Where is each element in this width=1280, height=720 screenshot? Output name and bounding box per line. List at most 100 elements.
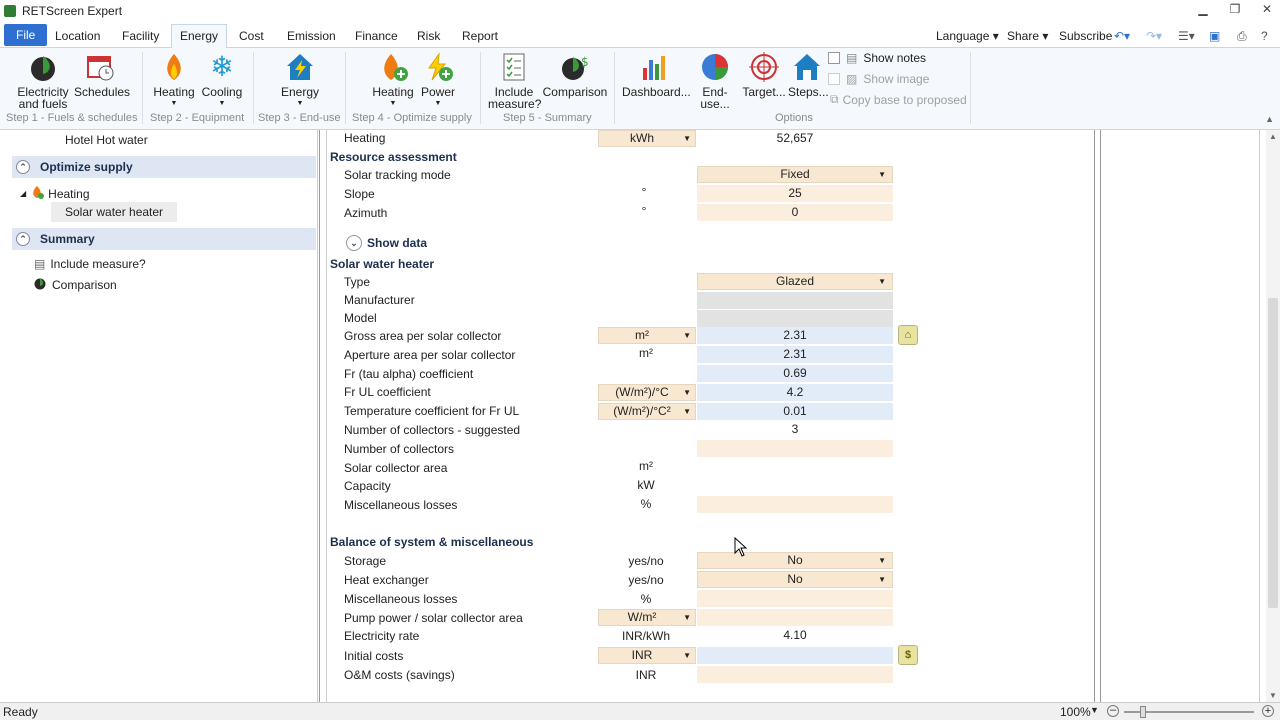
- close-icon[interactable]: ✕: [1258, 2, 1276, 16]
- storage-dropdown[interactable]: No ▼: [697, 552, 893, 569]
- language-menu[interactable]: Language ▾: [936, 26, 999, 46]
- expand-circle-icon[interactable]: ⌄: [346, 235, 362, 251]
- gross-area-unit-dropdown[interactable]: m² ▼: [598, 327, 696, 344]
- minimize-icon[interactable]: ▁: [1194, 2, 1212, 16]
- power-supply-button[interactable]: Power ▼: [416, 52, 460, 110]
- solar-water-heater-form: Heating kWh ▼ 52,657 Resource assessment …: [327, 130, 1095, 702]
- ribbon: Electricity and fuels Schedules Heating ▼…: [0, 48, 1280, 130]
- save-icon[interactable]: ▣: [1209, 26, 1220, 46]
- comparison-button[interactable]: $ Comparison: [542, 52, 608, 98]
- cost-dollar-icon[interactable]: $: [898, 645, 918, 665]
- energy-end-use-button[interactable]: Energy ▼: [278, 52, 322, 110]
- redo-icon[interactable]: ↷▾: [1146, 26, 1162, 46]
- menu-facility[interactable]: Facility: [114, 26, 167, 48]
- calendar-icon: [85, 52, 115, 82]
- show-notes-checkbox[interactable]: [828, 52, 840, 64]
- collapse-icon[interactable]: ⌃: [16, 160, 30, 174]
- image-icon: ▨: [846, 72, 858, 86]
- unlock-icon[interactable]: ⌂: [898, 325, 918, 345]
- collector-area-unit: m²: [639, 459, 653, 473]
- tracking-dropdown[interactable]: Fixed ▼: [697, 166, 893, 183]
- initial-costs-value: [697, 647, 893, 664]
- aperture-area-unit: m²: [639, 346, 653, 360]
- expand-triangle-icon[interactable]: ◢: [20, 189, 26, 198]
- menu-report[interactable]: Report: [454, 26, 506, 48]
- steps-button[interactable]: Steps...: [788, 52, 829, 98]
- slope-input[interactable]: 25: [697, 185, 893, 202]
- fr-ul-value: 4.2: [697, 384, 893, 401]
- panel-splitter[interactable]: [319, 130, 327, 702]
- include-measure-button[interactable]: Include measure?: [488, 52, 541, 110]
- zoom-in-icon[interactable]: +: [1262, 705, 1274, 717]
- misc-losses-unit: %: [640, 497, 652, 511]
- cooling-equipment-button[interactable]: ❄ Cooling ▼: [200, 52, 244, 110]
- model-field: [697, 310, 893, 327]
- group-options: Options: [775, 112, 813, 124]
- dropdown-arrow-icon: ▼: [878, 170, 886, 179]
- electricity-fuels-button[interactable]: Electricity and fuels: [16, 52, 70, 110]
- num-collectors-label: Number of collectors: [344, 442, 455, 456]
- menu-location[interactable]: Location: [47, 26, 108, 48]
- scroll-up-icon[interactable]: ▲: [1269, 132, 1277, 141]
- heating-value: 52,657: [776, 131, 814, 145]
- pump-power-input[interactable]: [697, 609, 893, 626]
- tree-item-include-measure[interactable]: ▤ Include measure?: [34, 257, 146, 271]
- zoom-slider-thumb[interactable]: [1140, 706, 1146, 718]
- menu-emission[interactable]: Emission: [279, 26, 344, 48]
- schedules-button[interactable]: Schedules: [74, 52, 130, 98]
- restore-icon[interactable]: ❐: [1226, 2, 1244, 16]
- om-costs-input[interactable]: [697, 666, 893, 683]
- scrollbar-thumb[interactable]: [1268, 298, 1278, 608]
- comparison-small-icon: [34, 277, 47, 293]
- zoom-dropdown-icon[interactable]: ▼: [1090, 705, 1099, 715]
- help-icon[interactable]: ?: [1261, 26, 1268, 46]
- group-step1: Step 1 - Fuels & schedules: [6, 112, 138, 124]
- fr-ul-unit-dropdown[interactable]: (W/m²)/°C ▼: [598, 384, 696, 401]
- menu-finance[interactable]: Finance: [347, 26, 406, 48]
- menu-risk[interactable]: Risk: [409, 26, 448, 48]
- show-data-toggle[interactable]: ⌄ Show data: [346, 235, 427, 251]
- vertical-scrollbar[interactable]: ▲ ▼: [1266, 130, 1280, 702]
- zoom-out-icon[interactable]: –: [1107, 705, 1119, 717]
- undo-icon[interactable]: ↶▾: [1114, 26, 1130, 46]
- section-summary[interactable]: ⌃ Summary: [12, 228, 316, 250]
- section-optimize-supply[interactable]: ⌃ Optimize supply: [12, 156, 316, 178]
- print-icon[interactable]: ⎙: [1237, 26, 1247, 46]
- misc-losses2-input[interactable]: [697, 590, 893, 607]
- layout-icon[interactable]: ☰▾: [1178, 26, 1195, 46]
- tree-item-solar-water-heater[interactable]: Solar water heater: [51, 202, 178, 222]
- steps-house-icon: [792, 52, 822, 82]
- heating-unit-dropdown[interactable]: kWh ▼: [598, 130, 696, 147]
- end-use-button[interactable]: End-use...: [690, 52, 740, 110]
- menu-file[interactable]: File: [4, 24, 48, 46]
- collapse-icon[interactable]: ⌃: [16, 232, 30, 246]
- pump-power-unit-dropdown[interactable]: W/m² ▼: [598, 609, 696, 626]
- show-notes-option[interactable]: ▤ Show notes: [828, 51, 926, 65]
- menu-cost[interactable]: Cost: [231, 26, 272, 48]
- menu-energy[interactable]: Energy: [171, 24, 228, 49]
- share-menu[interactable]: Share ▾: [1007, 26, 1048, 46]
- misc-losses-input[interactable]: [697, 496, 893, 513]
- num-collectors-input[interactable]: [697, 440, 893, 457]
- dropdown-arrow-icon: ▼: [878, 277, 886, 286]
- tree-item-comparison[interactable]: Comparison: [34, 277, 117, 293]
- heating-equipment-button[interactable]: Heating ▼: [152, 52, 196, 110]
- subscribe-link[interactable]: Subscribe: [1059, 26, 1112, 46]
- collapse-ribbon-icon[interactable]: ▲: [1265, 114, 1274, 124]
- tree-item-heating[interactable]: ◢ Heating: [20, 185, 90, 202]
- aperture-area-label: Aperture area per solar collector: [344, 348, 516, 362]
- tree-item-hotel-hot-water[interactable]: Hotel Hot water: [65, 133, 148, 147]
- om-costs-unit: INR: [635, 668, 657, 682]
- azimuth-input[interactable]: 0: [697, 204, 893, 221]
- initial-costs-currency-dropdown[interactable]: INR ▼: [598, 647, 696, 664]
- heating-supply-button[interactable]: Heating ▼: [370, 52, 416, 110]
- scroll-down-icon[interactable]: ▼: [1269, 691, 1277, 700]
- storage-label: Storage: [344, 554, 387, 568]
- heat-exchanger-dropdown[interactable]: No ▼: [697, 571, 893, 588]
- dashboard-button[interactable]: Dashboard...: [622, 52, 691, 98]
- num-suggested-label: Number of collectors - suggested: [344, 423, 521, 437]
- type-dropdown[interactable]: Glazed ▼: [697, 273, 893, 290]
- target-button[interactable]: Target...: [742, 52, 786, 98]
- num-suggested-value: 3: [791, 422, 799, 436]
- temp-coef-unit-dropdown[interactable]: (W/m²)/°C² ▼: [598, 403, 696, 420]
